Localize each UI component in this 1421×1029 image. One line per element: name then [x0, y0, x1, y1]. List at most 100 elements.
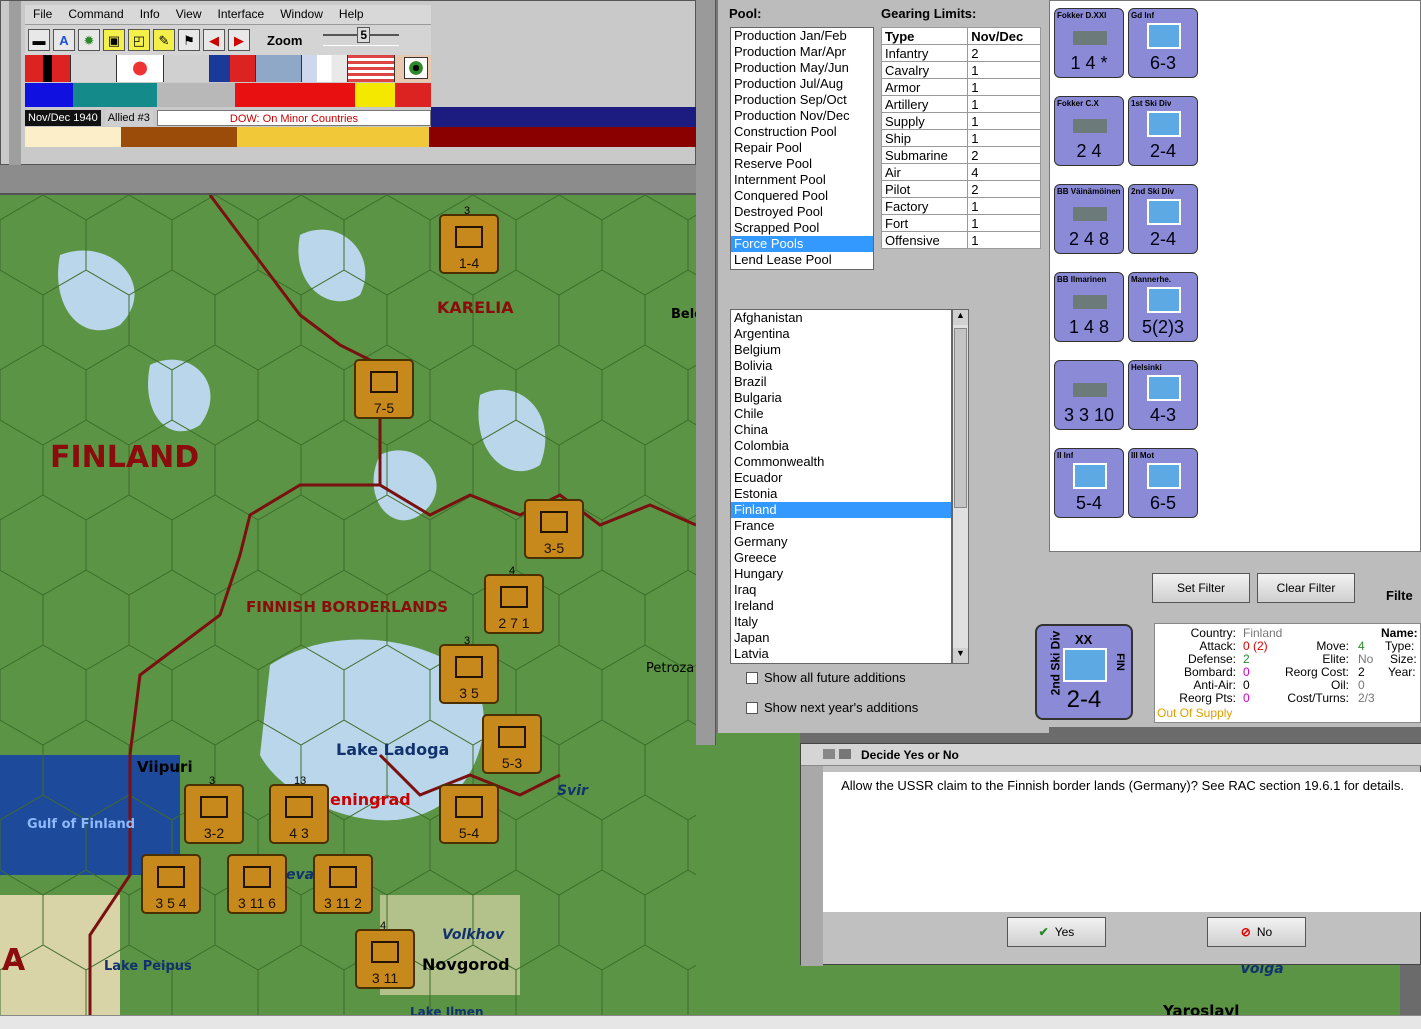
menu-interface[interactable]: Interface	[210, 5, 273, 24]
set-filter-button[interactable]: Set Filter	[1152, 573, 1250, 603]
force-pool-counter[interactable]: 3 3 10	[1054, 360, 1124, 430]
flag-blank[interactable]	[163, 55, 210, 82]
map-unit-counter[interactable]: 3-2 3	[184, 775, 244, 844]
flag-china[interactable]	[209, 55, 256, 82]
future-additions-checkbox[interactable]: Show all future additions	[746, 670, 906, 685]
no-button[interactable]: ⊘ No	[1207, 917, 1306, 947]
pool-item[interactable]: Production Nov/Dec	[731, 108, 873, 124]
country-item[interactable]: Bulgaria	[731, 390, 951, 406]
grid-icon[interactable]: ▣	[103, 29, 125, 51]
checkbox-box[interactable]	[746, 671, 758, 684]
force-pool-counter[interactable]: Fokker C.X 2 4	[1054, 96, 1124, 166]
country-item[interactable]: Belgium	[731, 342, 951, 358]
country-item[interactable]: Finland	[731, 502, 951, 518]
pool-item[interactable]: Internment Pool	[731, 172, 873, 188]
pool-item[interactable]: Construction Pool	[731, 124, 873, 140]
country-item[interactable]: China	[731, 422, 951, 438]
pool-item[interactable]: Production Mar/Apr	[731, 44, 873, 60]
country-item[interactable]: Greece	[731, 550, 951, 566]
horizontal-scrollbar[interactable]	[0, 1015, 1421, 1029]
scroll-up-icon[interactable]: ▲	[953, 310, 968, 325]
country-item[interactable]: Afghanistan	[731, 310, 951, 326]
country-item[interactable]: Hungary	[731, 566, 951, 582]
pool-item[interactable]: Production Sep/Oct	[731, 92, 873, 108]
flag-italy-grey[interactable]	[71, 55, 118, 82]
force-pool-counter[interactable]: Fokker D.XXI 1 4 *	[1054, 8, 1124, 78]
country-item[interactable]: France	[731, 518, 951, 534]
map-unit-counter[interactable]: 3 11 4	[355, 920, 415, 989]
pool-item[interactable]: Repair Pool	[731, 140, 873, 156]
map-unit-counter[interactable]: 3 11 6	[227, 854, 287, 914]
map-unit-counter[interactable]: 1-4 3	[439, 205, 499, 274]
map-unit-counter[interactable]: 3-5	[524, 499, 584, 559]
pencil-icon[interactable]: ✎	[153, 29, 175, 51]
country-list[interactable]: Afghanistan Argentina Belgium Bolivia Brazil…	[730, 309, 952, 664]
clear-filter-button[interactable]: Clear Filter	[1257, 573, 1355, 603]
pool-item[interactable]: Destroyed Pool	[731, 204, 873, 220]
flag-icon[interactable]: ⚑	[178, 29, 200, 51]
country-scrollbar[interactable]: ▲ ▼	[952, 309, 969, 664]
counter-panel[interactable]: Fokker D.XXI 1 4 * Gd Inf 6-3 Fokker C.X 2 4 1…	[1049, 0, 1421, 552]
map-unit-counter[interactable]: 3 5 3	[439, 635, 499, 704]
force-pool-counter[interactable]: BB Ilmarinen 1 4 8	[1054, 272, 1124, 342]
gear-icon[interactable]: ✹	[78, 29, 100, 51]
country-item[interactable]: Iraq	[731, 582, 951, 598]
scroll-down-icon[interactable]: ▼	[953, 648, 968, 663]
pool-item[interactable]: Scrapped Pool	[731, 220, 873, 236]
country-item[interactable]: Commonwealth	[731, 454, 951, 470]
country-item[interactable]: Bolivia	[731, 358, 951, 374]
arrow-left-icon[interactable]: ◀	[203, 29, 225, 51]
menu-command[interactable]: Command	[60, 5, 131, 24]
map-unit-counter[interactable]: 5-4	[439, 784, 499, 844]
country-item[interactable]: Brazil	[731, 374, 951, 390]
map-unit-counter[interactable]: 2 7 1 4	[484, 565, 544, 634]
flag-usa[interactable]	[348, 55, 395, 82]
map-unit-counter[interactable]: 3 5 4	[141, 854, 201, 914]
checkbox-box[interactable]	[746, 701, 758, 714]
window-restore-icon[interactable]	[839, 749, 851, 759]
map-unit-counter[interactable]: 3 11 2	[313, 854, 373, 914]
force-pool-counter[interactable]: 2nd Ski Div 2-4	[1128, 184, 1198, 254]
country-item[interactable]: Germany	[731, 534, 951, 550]
force-pool-counter[interactable]: Mannerhe. 5(2)3	[1128, 272, 1198, 342]
country-item[interactable]: Chile	[731, 406, 951, 422]
menu-window[interactable]: Window	[272, 5, 331, 24]
country-item[interactable]: Ireland	[731, 598, 951, 614]
pool-item[interactable]: Production Jan/Feb	[731, 28, 873, 44]
pool-item[interactable]: Force Pools	[731, 236, 873, 252]
next-year-additions-checkbox[interactable]: Show next year's additions	[746, 700, 918, 715]
flag-germany[interactable]	[25, 55, 72, 82]
country-item[interactable]: Japan	[731, 630, 951, 646]
target-icon[interactable]	[404, 57, 428, 79]
pool-list[interactable]: Production Jan/Feb Production Mar/Apr Prod…	[730, 27, 874, 270]
country-item[interactable]: Latvia	[731, 646, 951, 662]
scroll-thumb[interactable]	[954, 328, 967, 508]
pool-item[interactable]: Lend Lease Pool	[731, 252, 873, 268]
country-item[interactable]: Estonia	[731, 486, 951, 502]
arrow-right-icon[interactable]: ▶	[228, 29, 250, 51]
flag-commonwealth[interactable]	[255, 55, 303, 82]
menu-file[interactable]: File	[25, 5, 60, 24]
text-a-icon[interactable]: A	[53, 29, 75, 51]
tank-icon[interactable]: ▬	[28, 29, 50, 51]
force-pool-counter[interactable]: Gd Inf 6-3	[1128, 8, 1198, 78]
force-pool-counter[interactable]: BB Väinämöinen 2 4 8	[1054, 184, 1124, 254]
map-unit-counter[interactable]: 4 3 13	[269, 775, 329, 844]
country-item[interactable]: Italy	[731, 614, 951, 630]
pool-item[interactable]: Conquered Pool	[731, 188, 873, 204]
map-unit-counter[interactable]: 5-3	[482, 714, 542, 774]
country-item[interactable]: Ecuador	[731, 470, 951, 486]
country-item[interactable]: Argentina	[731, 326, 951, 342]
pool-item[interactable]: Production Jul/Aug	[731, 76, 873, 92]
flag-japan[interactable]	[117, 55, 164, 82]
force-pool-counter[interactable]: III Mot 6-5	[1128, 448, 1198, 518]
map-unit-counter[interactable]: 7-5	[354, 359, 414, 419]
selected-counter[interactable]: 2nd Ski Div XX FIN 2-4	[1035, 624, 1133, 720]
force-pool-counter[interactable]: 1st Ski Div 2-4	[1128, 96, 1198, 166]
country-item[interactable]: Colombia	[731, 438, 951, 454]
menu-help[interactable]: Help	[331, 5, 372, 24]
menu-info[interactable]: Info	[132, 5, 168, 24]
force-pool-counter[interactable]: II Inf 5-4	[1054, 448, 1124, 518]
zoom-slider[interactable]: 5	[323, 27, 400, 46]
flag-france[interactable]	[302, 55, 349, 82]
